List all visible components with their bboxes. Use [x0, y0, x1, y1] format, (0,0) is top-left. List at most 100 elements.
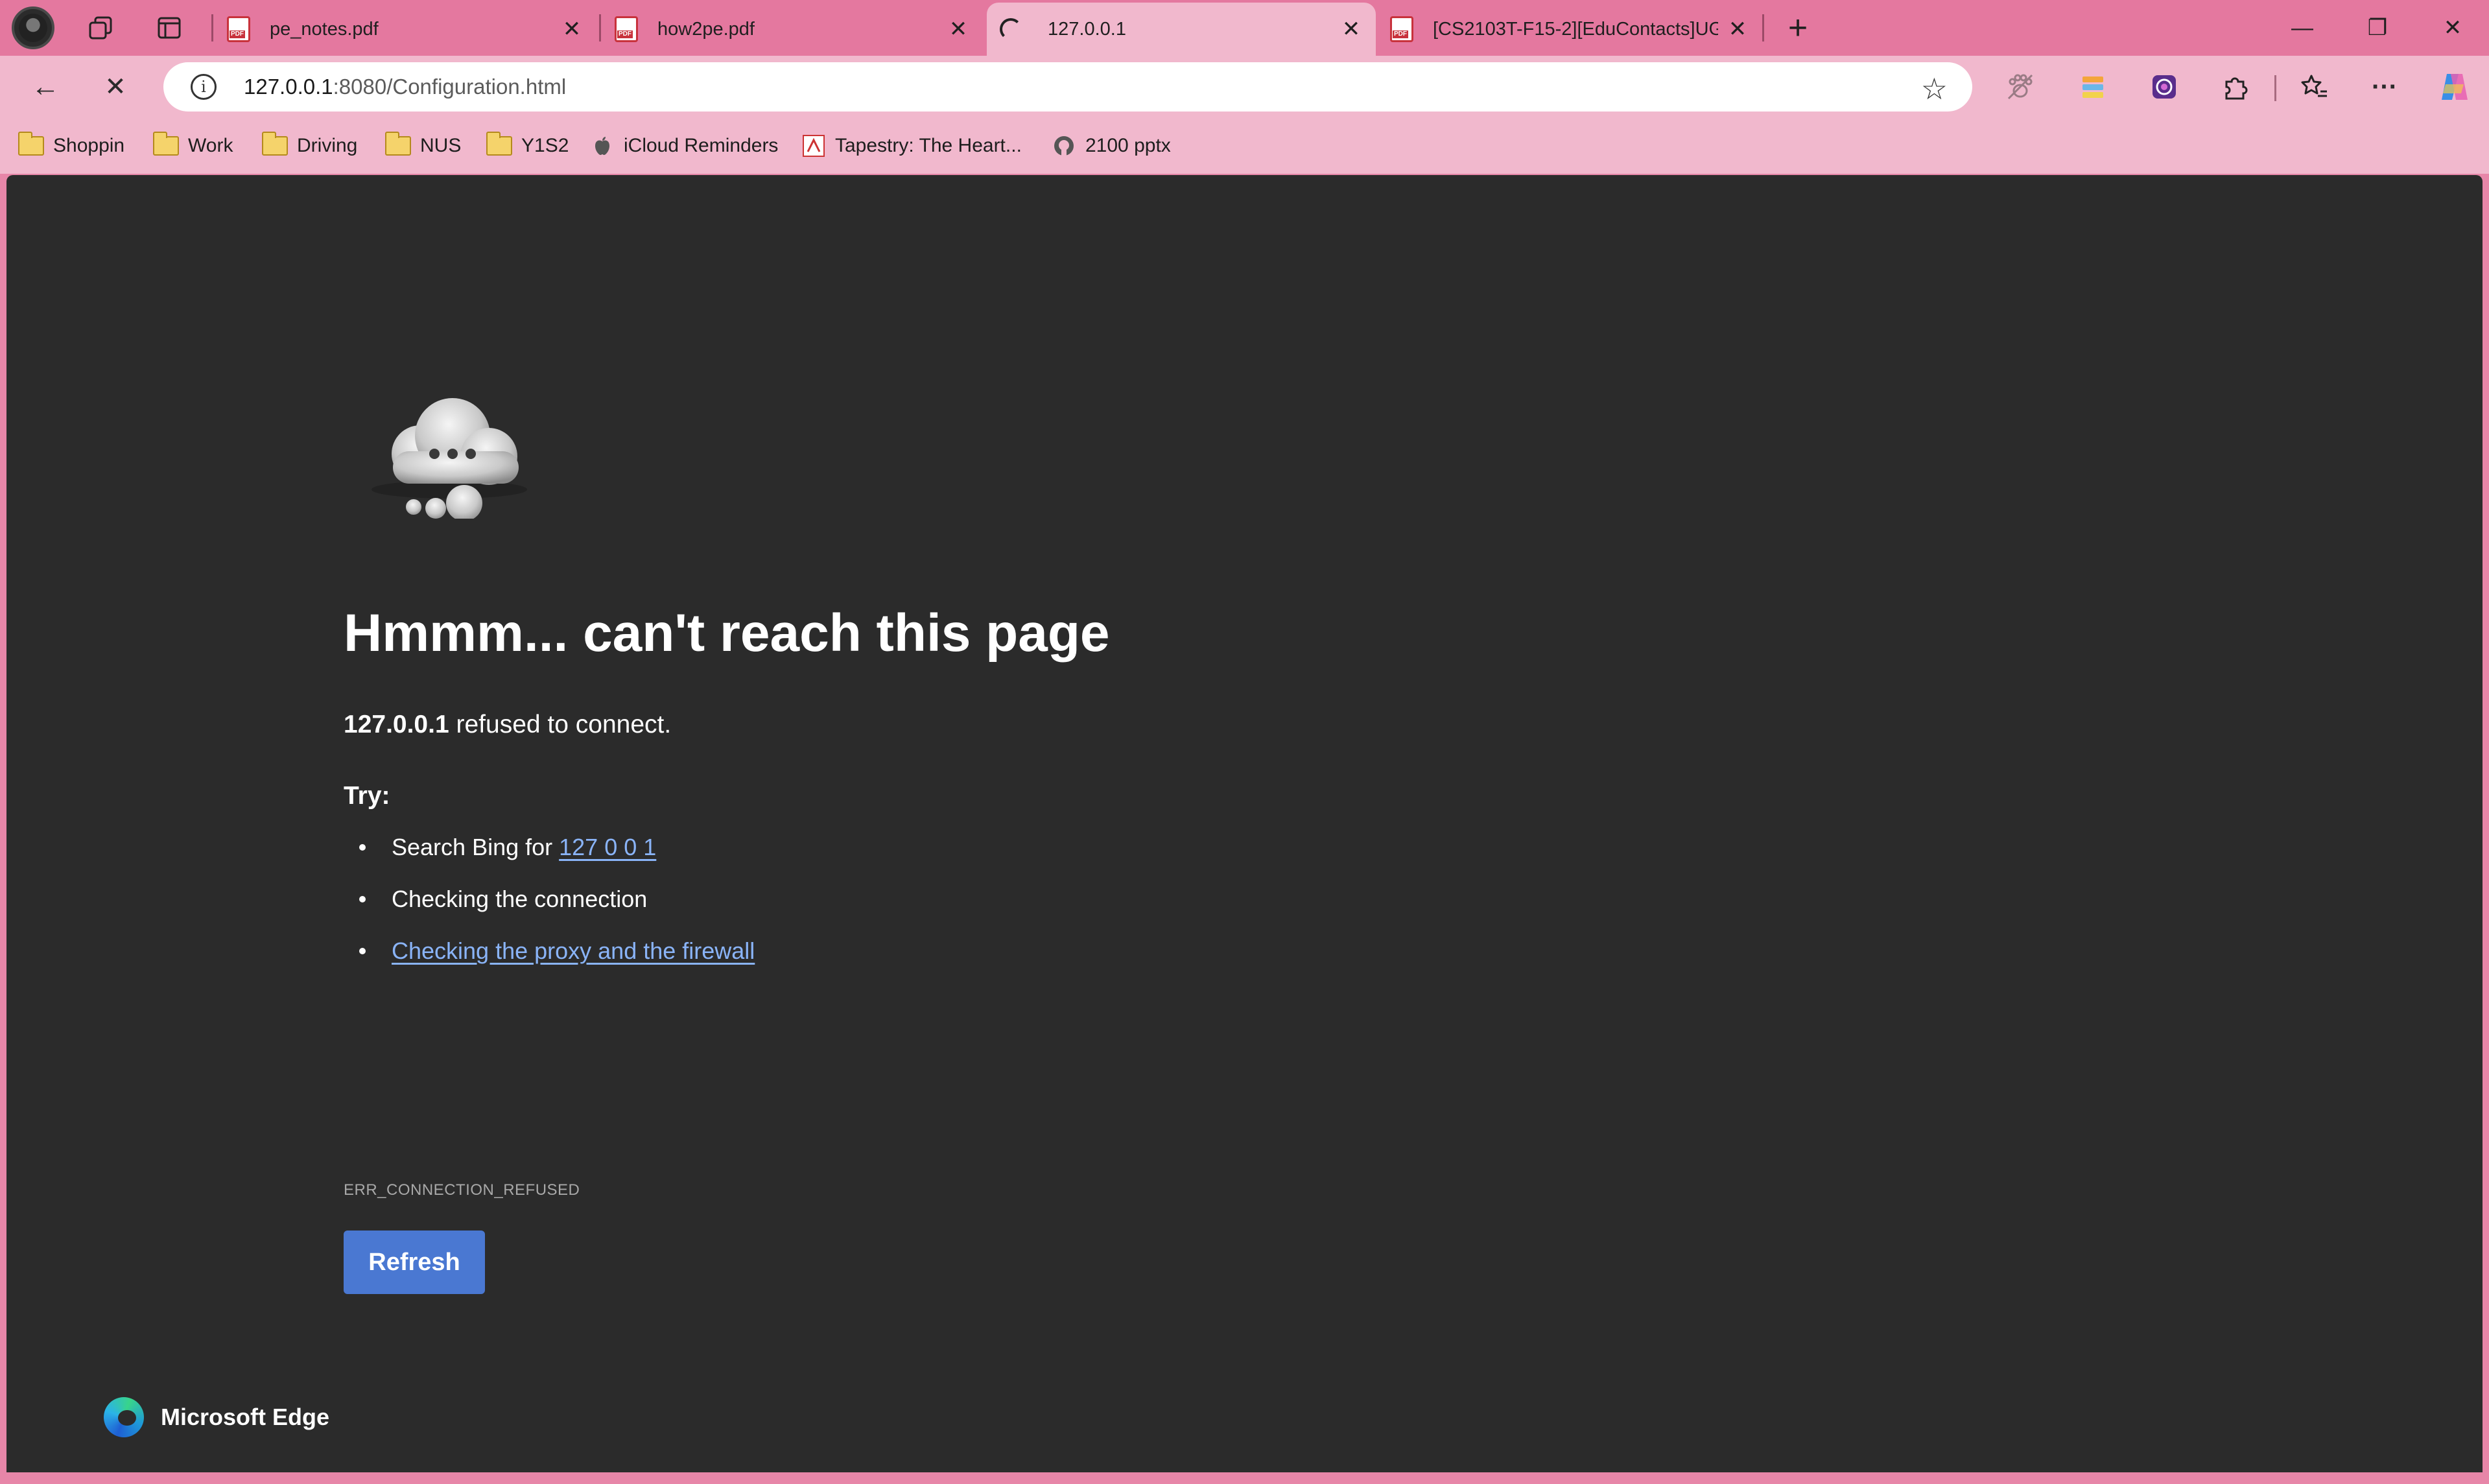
back-arrow-icon: ←: [31, 71, 60, 102]
record-extension-icon: [2153, 75, 2176, 99]
github-icon: [1053, 135, 1075, 157]
settings-more-button[interactable]: ···: [2361, 64, 2408, 110]
tab-title: [CS2103T-F15-2][EduContacts]UG: [1433, 18, 1718, 40]
edge-branding: Microsoft Edge: [104, 1397, 329, 1437]
tab-close-icon[interactable]: ✕: [559, 16, 585, 42]
paw-icon: [2007, 74, 2033, 100]
tab-title: 127.0.0.1: [1048, 18, 1126, 40]
tab-separator: [599, 14, 601, 41]
loading-spinner-icon: [1000, 18, 1022, 40]
bookmark-label: Y1S2: [521, 135, 569, 156]
proxy-firewall-link[interactable]: Checking the proxy and the firewall: [392, 937, 755, 964]
bookmark-label: 2100 pptx: [1085, 135, 1171, 156]
close-window-button[interactable]: ✕: [2417, 0, 2488, 56]
bookmark-label: Driving: [297, 135, 358, 156]
edge-logo-icon: [104, 1397, 144, 1437]
bookmarks-bar: Shoppin Work Driving NUS Y1S2 iCloud Rem…: [0, 118, 2489, 174]
bookmark-y1s2[interactable]: Y1S2: [486, 131, 569, 161]
folder-icon: [385, 132, 411, 156]
bookmark-tapestry[interactable]: Tapestry: The Heart...: [803, 131, 1022, 161]
extensions-button[interactable]: [2212, 64, 2259, 110]
favorites-button[interactable]: [2291, 64, 2338, 110]
workspaces-button[interactable]: [78, 6, 123, 49]
folder-icon: [486, 132, 512, 156]
suggestion-proxy: Checking the proxy and the firewall: [344, 934, 755, 985]
restore-icon: ❐: [2367, 16, 2388, 40]
error-code: ERR_CONNECTION_REFUSED: [344, 1181, 580, 1199]
restore-button[interactable]: ❐: [2342, 0, 2413, 56]
copilot-button[interactable]: [2431, 64, 2478, 110]
refresh-button[interactable]: Refresh: [344, 1231, 485, 1294]
page-content: Hmmm... can't reach this page 127.0.0.1 …: [6, 175, 2483, 1472]
tab-pe-notes[interactable]: pe_notes.pdf ✕: [214, 3, 596, 56]
toolbar-divider: [2274, 75, 2276, 101]
address-bar[interactable]: i 127.0.0.1 :8080/Configuration.html ☆: [163, 62, 1972, 112]
profile-avatar[interactable]: [12, 6, 54, 49]
folder-icon: [18, 132, 44, 156]
check-connection-text: Checking the connection: [392, 886, 648, 912]
workspaces-icon: [89, 16, 112, 40]
tab-how2pe[interactable]: how2pe.pdf ✕: [602, 3, 983, 56]
try-heading: Try:: [344, 782, 390, 810]
bookmark-label: Work: [188, 135, 233, 156]
site-info-icon[interactable]: i: [191, 74, 217, 100]
bookmark-label: iCloud Reminders: [624, 135, 779, 156]
error-title: Hmmm... can't reach this page: [344, 604, 1110, 663]
suggestion-connection: Checking the connection: [344, 882, 755, 934]
pdf-icon: [227, 16, 250, 42]
bookmark-shoppin[interactable]: Shoppin: [18, 131, 124, 161]
tapestry-icon: [803, 135, 825, 157]
thinking-cloud-icon: [372, 398, 527, 519]
more-icon: ···: [2372, 72, 2398, 101]
pdf-icon: [615, 16, 638, 42]
apple-icon: [591, 135, 613, 157]
bookmark-work[interactable]: Work: [153, 131, 233, 161]
tab-separator: [1762, 14, 1764, 41]
window-bottom-edge: [0, 1472, 2489, 1484]
bookmark-icloud-reminders[interactable]: iCloud Reminders: [591, 131, 778, 161]
url-host: 127.0.0.1: [244, 75, 333, 99]
bookmark-label: Tapestry: The Heart...: [835, 135, 1022, 156]
favorite-star-icon[interactable]: ☆: [1921, 71, 1948, 106]
collections-button[interactable]: [2070, 64, 2116, 110]
minimize-button[interactable]: —: [2267, 0, 2338, 56]
tab-title: how2pe.pdf: [657, 18, 755, 40]
vertical-tabs-button[interactable]: [147, 6, 192, 49]
search-bing-link[interactable]: 127 0 0 1: [559, 834, 656, 860]
bookmark-2100-pptx[interactable]: 2100 pptx: [1053, 131, 1171, 161]
minimize-icon: —: [2291, 15, 2313, 40]
tab-localhost[interactable]: 127.0.0.1 ✕: [987, 3, 1376, 56]
tab-educontacts-ug[interactable]: [CS2103T-F15-2][EduContacts]UG ✕: [1377, 3, 1762, 56]
edge-brand-label: Microsoft Edge: [161, 1404, 330, 1430]
tab-actions-icon: [158, 17, 181, 39]
tab-close-icon[interactable]: ✕: [945, 16, 971, 42]
tab-close-icon[interactable]: ✕: [1725, 16, 1751, 42]
search-prefix: Search Bing for: [392, 834, 560, 860]
tab-separator: [211, 14, 213, 41]
bookmark-nus[interactable]: NUS: [385, 131, 461, 161]
bookmark-label: Shoppin: [53, 135, 125, 156]
bookmark-label: NUS: [420, 135, 462, 156]
tab-strip: pe_notes.pdf ✕ how2pe.pdf ✕ 127.0.0.1 ✕ …: [0, 0, 2489, 56]
pdf-icon: [1390, 16, 1413, 42]
tracking-prevention-button[interactable]: [1997, 64, 2044, 110]
error-message-text: refused to connect.: [449, 711, 672, 738]
copilot-icon: [2442, 74, 2468, 100]
back-button[interactable]: ←: [22, 64, 69, 110]
folder-icon: [262, 132, 288, 156]
tab-title: pe_notes.pdf: [270, 18, 379, 40]
stop-loading-button[interactable]: ✕: [92, 64, 139, 110]
stop-icon: ✕: [104, 73, 126, 101]
close-icon: ✕: [2443, 16, 2462, 40]
error-message: 127.0.0.1 refused to connect.: [344, 711, 671, 739]
puzzle-icon: [2225, 77, 2248, 100]
new-tab-button[interactable]: +: [1775, 6, 1821, 49]
profile-icon: [19, 14, 47, 42]
plus-icon: +: [1787, 9, 1808, 47]
collections-icon: [2082, 77, 2103, 98]
tab-close-icon[interactable]: ✕: [1338, 16, 1364, 42]
bookmark-driving[interactable]: Driving: [262, 131, 357, 161]
url-path: :8080/Configuration.html: [333, 75, 567, 99]
extension-button[interactable]: [2141, 64, 2188, 110]
suggestions-list: Search Bing for 127 0 0 1 Checking the c…: [344, 830, 755, 985]
